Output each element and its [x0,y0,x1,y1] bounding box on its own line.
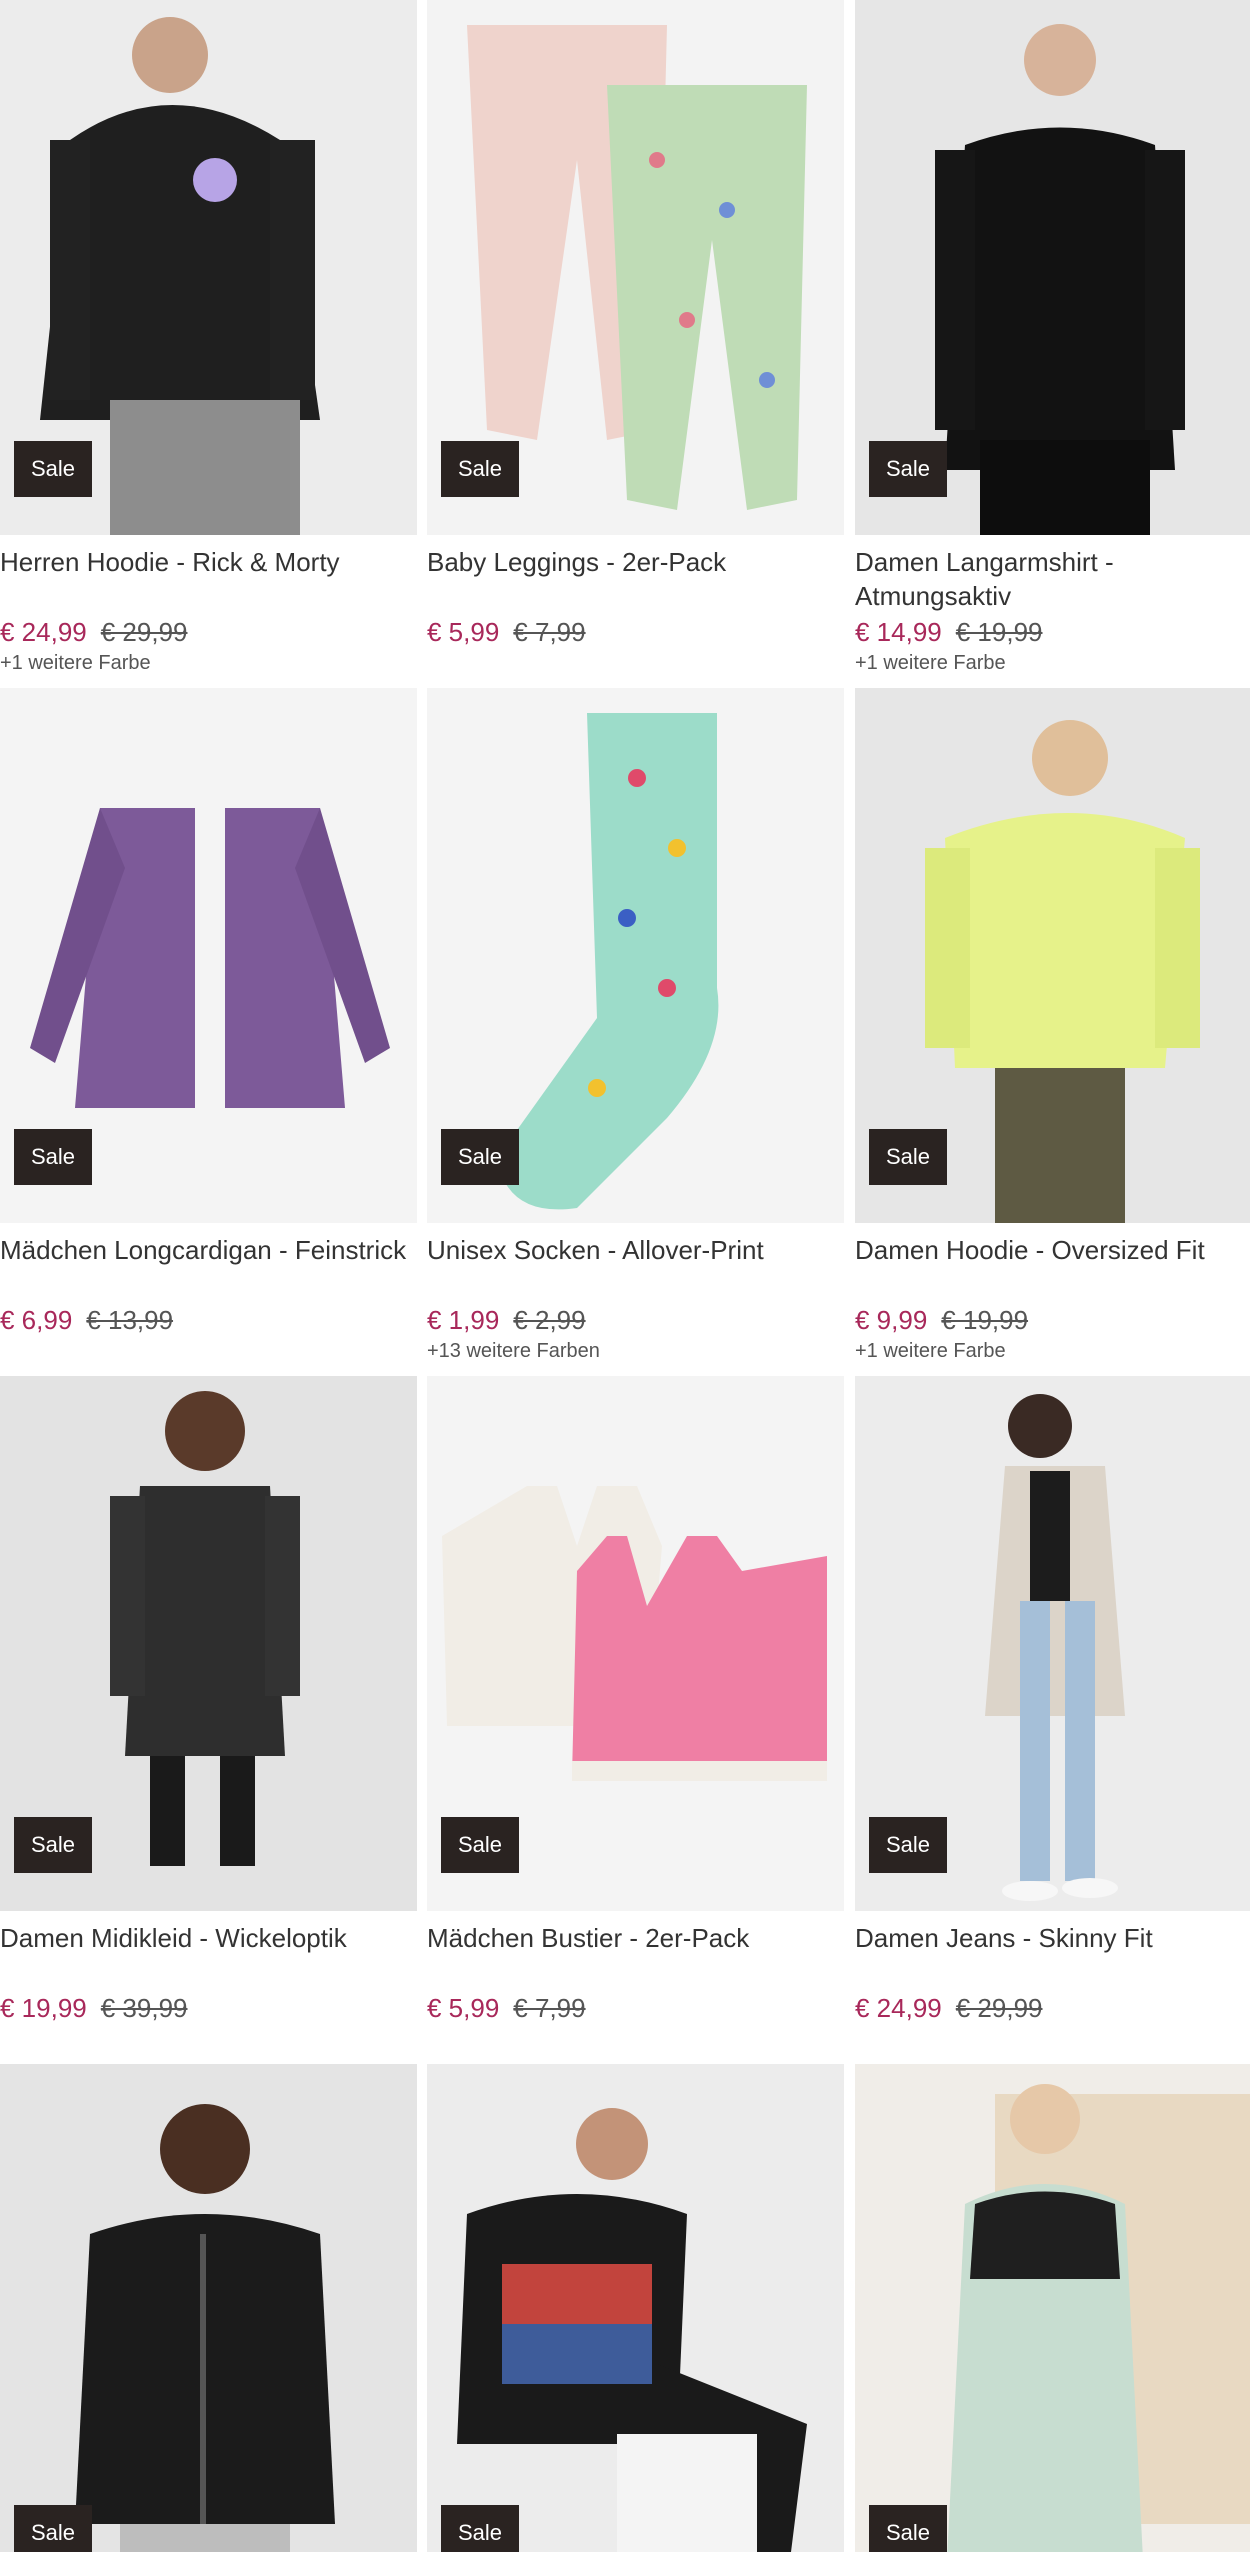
product-image[interactable]: Sale [0,0,417,535]
product-card[interactable]: Sale [427,2064,844,2552]
more-colors-label [0,2025,417,2053]
product-image[interactable]: Sale [427,0,844,535]
product-title[interactable]: Damen Hoodie - Oversized Fit [855,1233,1250,1301]
sale-price: € 5,99 [427,617,500,647]
sale-badge: Sale [869,1817,947,1873]
more-colors-label [0,1337,417,1365]
more-colors-label [427,2025,844,2053]
sale-price: € 6,99 [0,1305,73,1335]
product-image[interactable]: Sale [855,688,1250,1223]
sale-badge: Sale [14,2505,92,2552]
product-image[interactable]: Sale [855,0,1250,535]
price-row: € 1,99 € 2,99 [427,1303,844,1337]
sale-price: € 1,99 [427,1305,500,1335]
sale-price: € 9,99 [855,1305,928,1335]
puffer-coat-photo [855,2064,1250,2552]
product-card[interactable]: Sale Damen Midikleid - Wickeloptik € 19,… [0,1376,417,2053]
product-title[interactable]: Unisex Socken - Allover-Print [427,1233,844,1301]
sale-price: € 5,99 [427,1993,500,2023]
sale-badge: Sale [14,441,92,497]
more-colors-label: +1 weitere Farbe [855,1340,1006,1362]
old-price: € 19,99 [955,617,1043,647]
sale-price: € 14,99 [855,617,942,647]
product-image[interactable]: Sale [427,1376,844,1911]
product-image[interactable]: Sale [0,2064,417,2552]
sale-badge: Sale [441,441,519,497]
product-title[interactable]: Herren Hoodie - Rick & Morty [0,545,417,613]
zip-jacket-photo [0,2064,417,2552]
product-image[interactable]: Sale [855,2064,1250,2552]
old-price: € 29,99 [955,1993,1043,2023]
more-colors-label [427,649,844,677]
product-card[interactable]: Sale Mädchen Bustier - 2er-Pack € 5,99 € … [427,1376,844,2053]
product-title[interactable]: Baby Leggings - 2er-Pack [427,545,844,613]
sale-badge: Sale [14,1817,92,1873]
sale-price: € 24,99 [0,617,87,647]
product-card[interactable]: Sale Baby Leggings - 2er-Pack € 5,99 € 7,… [427,0,844,677]
sale-price: € 19,99 [0,1993,87,2023]
old-price: € 13,99 [86,1305,174,1335]
product-card[interactable]: Sale Damen Langarmshirt - Atmungsaktiv €… [855,0,1250,677]
product-image[interactable]: Sale [427,688,844,1223]
more-colors-label: +1 weitere Farbe [0,652,151,674]
product-image[interactable]: Sale [855,1376,1250,1911]
sale-badge: Sale [441,1817,519,1873]
product-title[interactable]: Mädchen Longcardigan - Feinstrick [0,1233,417,1301]
old-price: € 19,99 [941,1305,1029,1335]
old-price: € 39,99 [100,1993,188,2023]
old-price: € 29,99 [100,617,188,647]
product-title[interactable]: Damen Midikleid - Wickeloptik [0,1921,417,1989]
product-card[interactable]: Sale Mädchen Longcardigan - Feinstrick €… [0,688,417,1365]
product-card[interactable]: Sale [855,2064,1250,2552]
product-card[interactable]: Sale Damen Jeans - Skinny Fit € 24,99 € 2… [855,1376,1250,2053]
old-price: € 7,99 [513,617,586,647]
product-image[interactable]: Sale [427,2064,844,2552]
sale-badge: Sale [14,1129,92,1185]
sale-badge: Sale [869,1129,947,1185]
product-title[interactable]: Mädchen Bustier - 2er-Pack [427,1921,844,1989]
product-card[interactable]: Sale Unisex Socken - Allover-Print € 1,9… [427,688,844,1365]
product-title[interactable]: Damen Jeans - Skinny Fit [855,1921,1250,1989]
sale-badge: Sale [441,2505,519,2552]
more-colors-label [855,2025,1250,2053]
price-row: € 5,99 € 7,99 [427,1991,844,2025]
product-card[interactable]: Sale Herren Hoodie - Rick & Morty € 24,9… [0,0,417,677]
product-image[interactable]: Sale [0,1376,417,1911]
sale-badge: Sale [869,441,947,497]
product-card[interactable]: Sale [0,2064,417,2552]
price-row: € 24,99 € 29,99 [0,615,417,649]
price-row: € 9,99 € 19,99 [855,1303,1250,1337]
price-row: € 14,99 € 19,99 [855,615,1250,649]
more-colors-label: +13 weitere Farben [427,1340,600,1362]
price-row: € 24,99 € 29,99 [855,1991,1250,2025]
price-row: € 5,99 € 7,99 [427,615,844,649]
sale-badge: Sale [441,1129,519,1185]
product-image[interactable]: Sale [0,688,417,1223]
old-price: € 2,99 [513,1305,586,1335]
product-title[interactable]: Damen Langarmshirt - Atmungsaktiv [855,545,1250,613]
price-row: € 6,99 € 13,99 [0,1303,417,1337]
print-hoodie-photo [427,2064,844,2552]
more-colors-label: +1 weitere Farbe [855,652,1006,674]
price-row: € 19,99 € 39,99 [0,1991,417,2025]
product-grid: Sale Herren Hoodie - Rick & Morty € 24,9… [0,0,1250,2552]
product-card[interactable]: Sale Damen Hoodie - Oversized Fit € 9,99… [855,688,1250,1365]
old-price: € 7,99 [513,1993,586,2023]
sale-badge: Sale [869,2505,947,2552]
sale-price: € 24,99 [855,1993,942,2023]
